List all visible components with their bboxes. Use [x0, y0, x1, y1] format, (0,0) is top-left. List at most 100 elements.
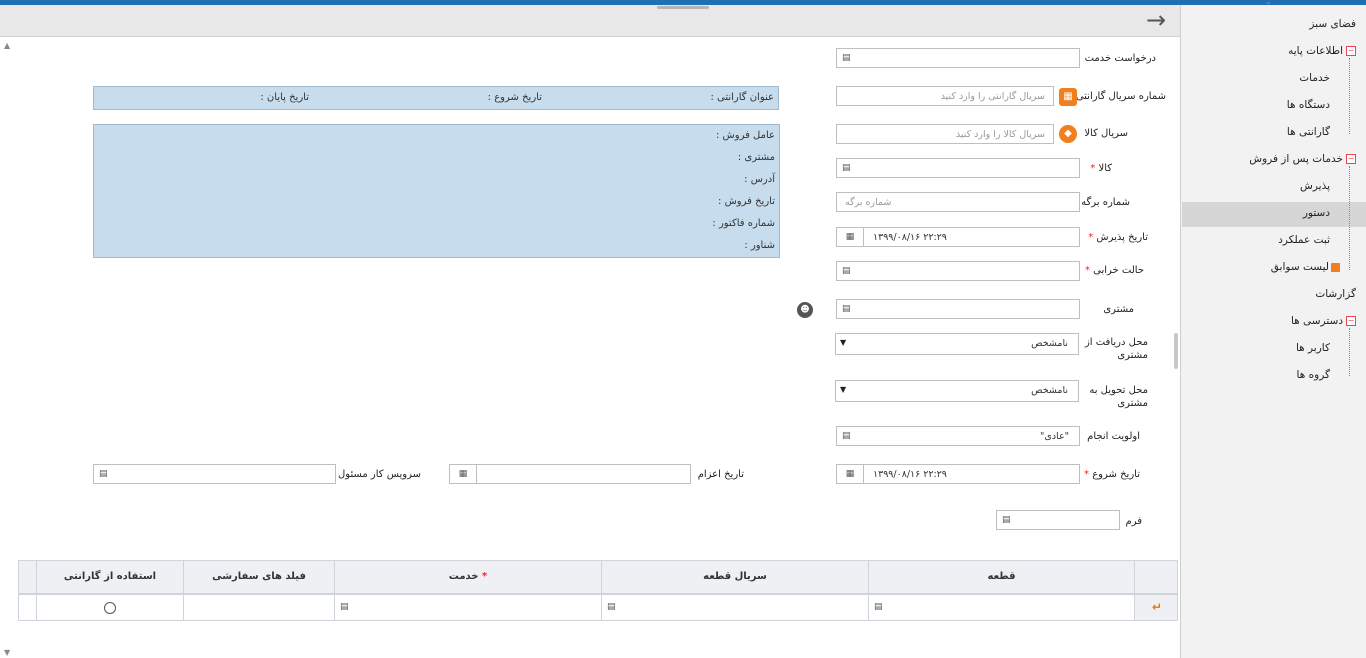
- sidebar-item-label: دسترسی ها: [1290, 315, 1343, 327]
- warranty-radio[interactable]: [104, 602, 116, 614]
- lookup-icon[interactable]: ▤: [874, 602, 884, 612]
- warranty-serial-placeholder: سریال گارانتی را وارد کنید: [940, 91, 1045, 102]
- calendar-icon[interactable]: ▦: [837, 465, 864, 483]
- sidebar-item-performance[interactable]: ثبت عملکرد: [1278, 234, 1330, 246]
- lookup-icon[interactable]: ▤: [842, 304, 852, 314]
- tree-line: [1349, 166, 1350, 270]
- collapse-icon[interactable]: −: [1346, 154, 1356, 164]
- sidebar-item-access[interactable]: −دسترسی ها: [1291, 315, 1356, 327]
- collapse-icon[interactable]: −: [1346, 316, 1356, 326]
- back-arrow-icon[interactable]: →: [1146, 8, 1166, 32]
- floating-label: شناور :: [744, 240, 775, 251]
- sidebar-item-label: لیست سوابق: [1270, 261, 1329, 273]
- collapse-icon[interactable]: −: [1346, 46, 1356, 56]
- sidebar-item-label: خدمات پس از فروش: [1249, 153, 1343, 165]
- sidebar-item-after-sales[interactable]: −خدمات پس از فروش: [1249, 153, 1356, 165]
- lookup-icon[interactable]: ▤: [607, 602, 617, 612]
- grid-header-action: [1134, 560, 1178, 594]
- grid-header-part[interactable]: قطعه: [868, 560, 1135, 594]
- sidebar: [1180, 5, 1366, 658]
- lookup-icon[interactable]: ▤: [99, 469, 109, 479]
- tree-line: [1349, 328, 1350, 376]
- reception-date-field[interactable]: ▦ ۱۳۹۹/۰۸/۱۶ ۲۲:۲۹: [836, 227, 1080, 247]
- table-cell-part-serial[interactable]: ▤: [601, 594, 869, 621]
- box-icon[interactable]: ◆: [1059, 125, 1077, 143]
- splitter-handle[interactable]: [1174, 333, 1178, 369]
- grid-header-part-serial[interactable]: سریال قطعه: [601, 560, 869, 594]
- form-field[interactable]: ▤: [996, 510, 1120, 530]
- sidebar-item-base-info[interactable]: −اطلاعات پایه: [1288, 45, 1356, 57]
- priority-value: "عادی": [1040, 431, 1069, 442]
- calendar-icon[interactable]: ▦: [450, 465, 477, 483]
- sidebar-active-highlight: [1182, 202, 1366, 227]
- warranty-serial-label: شماره سریال گارانتی: [1075, 91, 1166, 102]
- list-icon: [1331, 262, 1340, 272]
- warranty-start-label: تاریخ شروع :: [487, 92, 542, 103]
- start-date-value: ۱۳۹۹/۰۸/۱۶ ۲۲:۲۹: [873, 469, 947, 480]
- table-cell-spacer: [18, 594, 37, 621]
- sidebar-item-users[interactable]: کاربر ها: [1296, 342, 1330, 354]
- delivery-location-label: محل تحویل به مشتری: [1089, 385, 1148, 409]
- product-serial-label: سریال کالا: [1084, 128, 1128, 139]
- sidebar-item-devices[interactable]: دستگاه ها: [1287, 99, 1330, 111]
- resize-grip[interactable]: [657, 6, 709, 9]
- dropdown-arrow-icon[interactable]: ▼: [840, 385, 846, 394]
- invoice-number-label: شماره فاکتور :: [712, 218, 775, 229]
- dropdown-arrow-icon[interactable]: ▼: [840, 338, 846, 347]
- sidebar-item-label: اطلاعات پایه: [1288, 45, 1343, 57]
- enter-icon[interactable]: ↵: [1152, 600, 1162, 614]
- customer-field[interactable]: ▤: [836, 299, 1080, 319]
- pickup-location-select[interactable]: ▼ نامشخص: [835, 333, 1079, 355]
- dispatch-date-field[interactable]: ▦: [449, 464, 691, 484]
- sidebar-item-reports[interactable]: گزارشات: [1315, 288, 1356, 300]
- chevron-up-icon[interactable]: ⌃: [1265, 1, 1272, 10]
- sidebar-item-reception[interactable]: پذیرش: [1300, 180, 1330, 192]
- scroll-down-icon[interactable]: ▼: [4, 648, 10, 657]
- lookup-icon[interactable]: ▤: [1002, 515, 1012, 525]
- table-cell-custom-fields[interactable]: [183, 594, 335, 621]
- sidebar-item-groups[interactable]: گروه ها: [1297, 369, 1330, 381]
- product-field[interactable]: ▤: [836, 158, 1080, 178]
- scroll-up-icon[interactable]: ▲: [4, 41, 10, 50]
- grid-header-custom-fields[interactable]: فیلد های سفارشی: [183, 560, 335, 594]
- warranty-info-panel: عنوان گارانتی : تاریخ شروع : تاریخ پایان…: [93, 86, 779, 110]
- priority-field[interactable]: ▤ "عادی": [836, 426, 1080, 446]
- add-customer-icon[interactable]: ☻: [797, 302, 813, 318]
- sidebar-item-order[interactable]: دستور: [1303, 207, 1330, 219]
- grid-header-use-warranty[interactable]: استفاده از گارانتی: [36, 560, 184, 594]
- lookup-icon[interactable]: ▤: [842, 163, 852, 173]
- sidebar-item-history[interactable]: لیست سوابق: [1271, 261, 1340, 273]
- table-row-action[interactable]: ↵: [1134, 594, 1178, 621]
- reception-date-label: تاریخ پذیرش *: [1088, 232, 1148, 243]
- start-date-field[interactable]: ▦ ۱۳۹۹/۰۸/۱۶ ۲۲:۲۹: [836, 464, 1080, 484]
- fault-state-field[interactable]: ▤: [836, 261, 1080, 281]
- seller-label: عامل فروش :: [715, 130, 775, 141]
- customer-label: مشتری: [1103, 304, 1134, 315]
- table-cell-part[interactable]: ▤: [868, 594, 1135, 621]
- calendar-icon[interactable]: ▦: [837, 228, 864, 246]
- lookup-icon[interactable]: ▤: [340, 602, 350, 612]
- pickup-location-value: نامشخص: [1031, 338, 1068, 349]
- serviceman-field[interactable]: ▤: [93, 464, 336, 484]
- priority-label: اولویت انجام: [1087, 431, 1140, 442]
- sheet-number-field[interactable]: شماره برگه: [836, 192, 1080, 212]
- dispatch-date-label: تاریخ اعزام: [697, 469, 744, 480]
- lookup-icon[interactable]: ▤: [842, 53, 852, 63]
- delivery-location-value: نامشخص: [1031, 385, 1068, 396]
- service-request-field[interactable]: ▤: [836, 48, 1080, 68]
- lookup-icon[interactable]: ▤: [842, 266, 852, 276]
- customer-info-label: مشتری :: [737, 152, 775, 163]
- grid-header-service[interactable]: خدمت *: [334, 560, 602, 594]
- grid-header-spacer: [18, 560, 37, 594]
- warranty-doc-icon[interactable]: ▦: [1059, 88, 1077, 106]
- sidebar-item-warranties[interactable]: گارانتی ها: [1287, 126, 1330, 138]
- table-cell-service[interactable]: ▤: [334, 594, 602, 621]
- table-cell-use-warranty[interactable]: [36, 594, 184, 621]
- sidebar-item-services[interactable]: خدمات: [1299, 72, 1330, 84]
- sidebar-item-green-space[interactable]: فضای سبز: [1309, 18, 1356, 30]
- warranty-serial-field[interactable]: سریال گارانتی را وارد کنید: [836, 86, 1054, 106]
- product-serial-field[interactable]: سریال کالا را وارد کنید: [836, 124, 1054, 144]
- delivery-location-select[interactable]: ▼ نامشخص: [835, 380, 1079, 402]
- lookup-icon[interactable]: ▤: [842, 431, 852, 441]
- address-label: آدرس :: [744, 174, 775, 185]
